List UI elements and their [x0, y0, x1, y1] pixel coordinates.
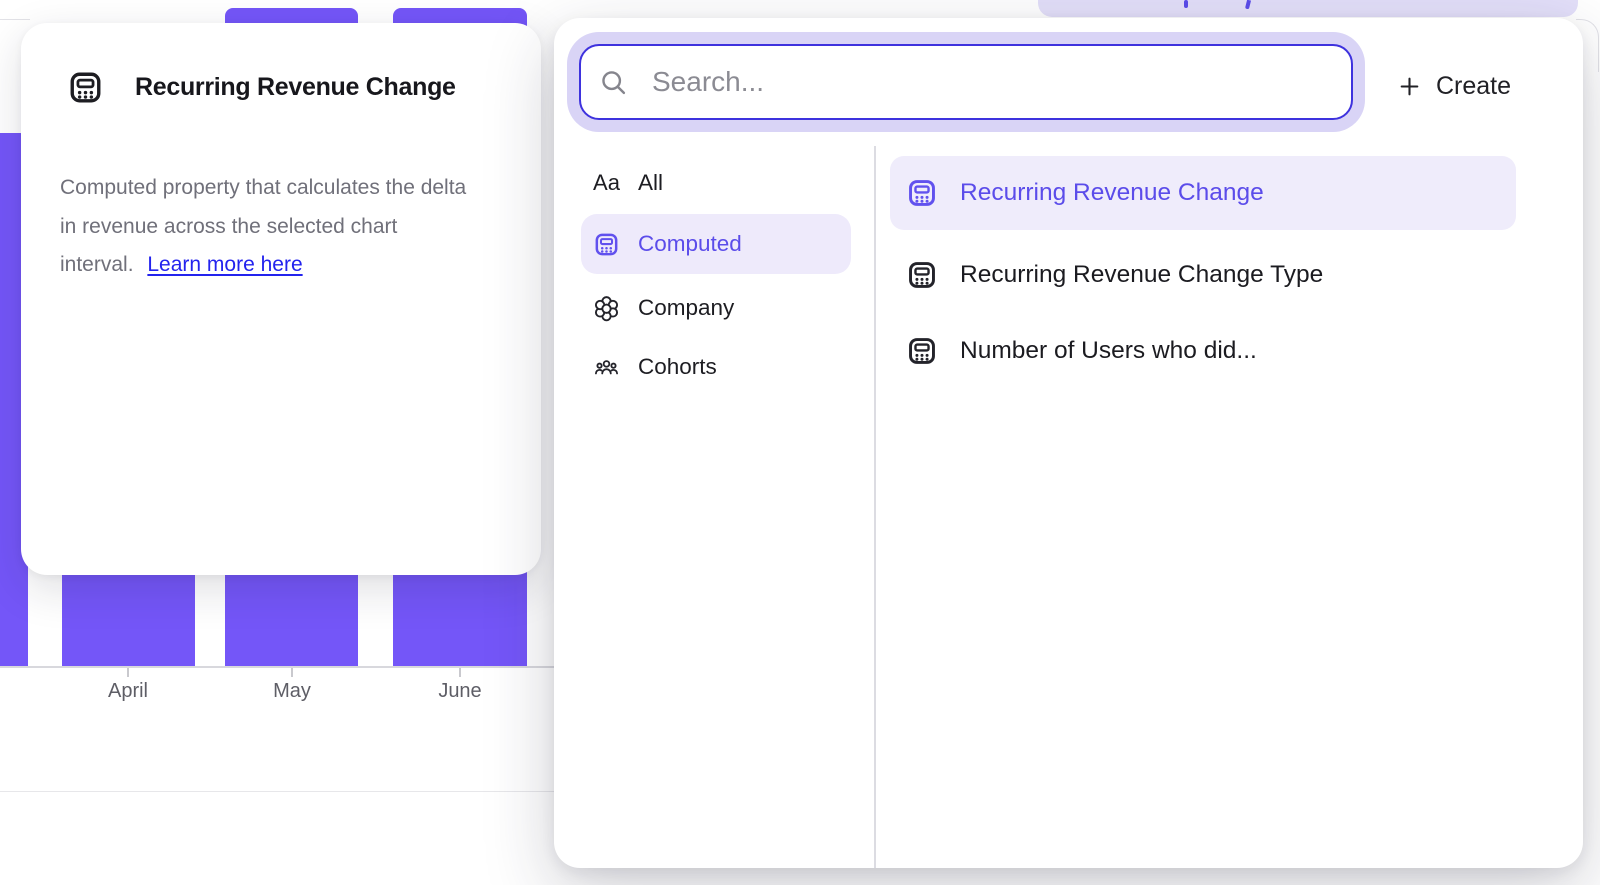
tooltip-title: Recurring Revenue Change — [135, 73, 456, 102]
company-flower-icon — [593, 295, 620, 322]
learn-more-link[interactable]: Learn more here — [147, 253, 302, 276]
create-button-label: Create — [1436, 72, 1511, 101]
filter-label: Company — [638, 295, 734, 321]
pill-text-descender — [1245, 0, 1251, 9]
pill-text-descender — [1184, 0, 1188, 8]
calculator-icon — [906, 335, 938, 367]
axis-label-may: May — [232, 680, 352, 703]
plus-icon — [1397, 74, 1422, 99]
filter-item-computed[interactable]: Computed — [581, 214, 851, 274]
result-item-recurring-revenue-change[interactable]: Recurring Revenue Change — [890, 156, 1516, 230]
calculator-icon — [906, 177, 938, 209]
axis-tick — [291, 668, 293, 677]
axis-label-april: April — [68, 680, 188, 703]
page-card-top-edge — [0, 19, 30, 20]
calculator-icon — [67, 69, 104, 106]
tooltip-header: Recurring Revenue Change — [67, 69, 456, 106]
axis-label-june: June — [400, 680, 520, 703]
axis-tick — [127, 668, 129, 677]
search-field[interactable] — [579, 44, 1353, 120]
search-input[interactable] — [650, 65, 1335, 99]
create-button[interactable]: Create — [1397, 58, 1511, 114]
top-pill-fragment — [1038, 0, 1578, 17]
x-axis — [0, 666, 554, 668]
property-picker-dropdown: Create Aa All Computed Company Cohorts R… — [554, 18, 1583, 868]
result-label: Number of Users who did... — [960, 337, 1257, 365]
filter-item-all[interactable]: Aa All — [581, 160, 851, 206]
result-label: Recurring Revenue Change — [960, 179, 1264, 207]
calculator-icon — [906, 259, 938, 291]
tooltip-description: Computed property that calculates the de… — [60, 169, 475, 285]
filter-label: All — [638, 170, 663, 196]
cohorts-people-icon — [593, 354, 620, 381]
panel-divider — [874, 146, 876, 868]
filter-label: Cohorts — [638, 354, 717, 380]
filter-item-company[interactable]: Company — [581, 285, 851, 331]
filter-item-cohorts[interactable]: Cohorts — [581, 344, 851, 390]
property-tooltip-card: Recurring Revenue Change Computed proper… — [21, 23, 541, 575]
search-icon — [599, 68, 628, 97]
page-divider-line — [0, 791, 554, 792]
axis-tick — [459, 668, 461, 677]
result-item-number-of-users-who-did[interactable]: Number of Users who did... — [890, 314, 1516, 388]
result-label: Recurring Revenue Change Type — [960, 261, 1323, 289]
aa-icon: Aa — [593, 170, 620, 197]
calculator-icon — [593, 231, 620, 258]
filter-label: Computed — [638, 231, 742, 257]
result-item-recurring-revenue-change-type[interactable]: Recurring Revenue Change Type — [890, 238, 1516, 312]
